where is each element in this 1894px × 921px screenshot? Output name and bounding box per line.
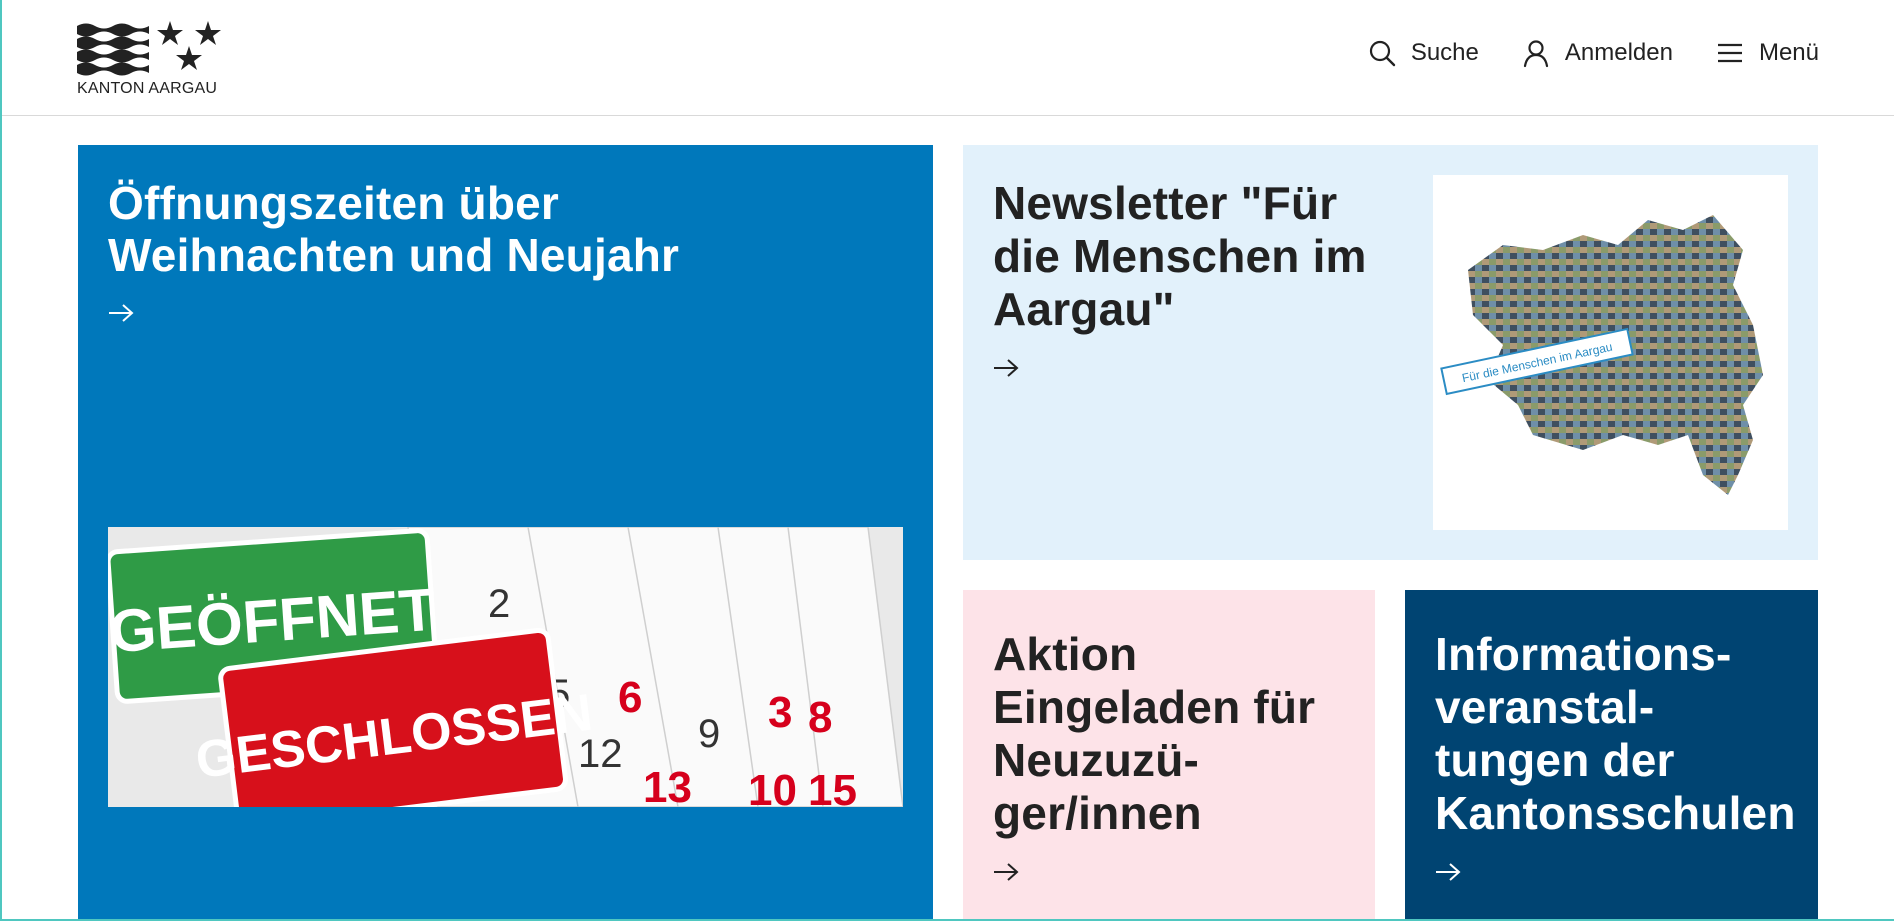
svg-text:2: 2: [488, 582, 510, 626]
tile-newcomers-event[interactable]: Aktion Eingeladen für Neuzuzü-ger/innen: [963, 590, 1375, 921]
svg-text:10: 10: [748, 766, 797, 807]
user-icon: [1523, 40, 1548, 68]
arrow-right-icon: [109, 304, 134, 322]
svg-text:13: 13: [643, 763, 692, 807]
calendar-illustration: 245 129 638 131015 GEÖFFNET GESCHLOSSEN: [108, 527, 903, 807]
search-icon: [1369, 40, 1396, 67]
svg-text:8: 8: [808, 693, 832, 742]
arrow-right-icon: [994, 359, 1019, 377]
tile-title: Informations-veranstal-tungen der Kanton…: [1435, 628, 1796, 839]
site-header: KANTON AARGAU Suche Anmelden Menü: [0, 0, 1894, 116]
search-label: Suche: [1410, 39, 1479, 66]
tile-opening-hours[interactable]: Öffnungszeiten über Weihnachten und Neuj…: [78, 145, 933, 921]
map-collage: Für die Menschen im Aargau: [1440, 215, 1763, 495]
aargau-map-collage-image: Für die Menschen im Aargau: [1433, 175, 1788, 530]
tile-title: Newsletter "Für die Menschen im Aargau": [993, 177, 1367, 335]
search-button[interactable]: Suche: [1367, 38, 1479, 68]
svg-text:9: 9: [698, 712, 720, 756]
tile-newsletter[interactable]: Newsletter "Für die Menschen im Aargau" …: [963, 145, 1818, 560]
hamburger-menu-icon: [1717, 43, 1742, 63]
arrow-right-icon: [994, 863, 1019, 881]
svg-text:3: 3: [768, 688, 792, 737]
svg-text:15: 15: [808, 766, 857, 807]
tile-school-info-events[interactable]: Informations-veranstal-tungen der Kanton…: [1405, 590, 1818, 921]
logo-text: KANTON AARGAU: [77, 80, 218, 97]
menu-label: Menü: [1758, 39, 1819, 66]
header-nav: Suche Anmelden Menü: [1325, 38, 1819, 68]
login-label: Anmelden: [1564, 39, 1673, 66]
arrow-right-icon: [1436, 863, 1461, 881]
open-closed-calendar-image: 245 129 638 131015 GEÖFFNET GESCHLOSSEN: [108, 527, 903, 807]
tile-title: Öffnungszeiten über Weihnachten und Neuj…: [108, 177, 680, 281]
tile-title: Aktion Eingeladen für Neuzuzü-ger/innen: [993, 628, 1316, 839]
window-frame-left: [0, 0, 2, 921]
menu-button[interactable]: Menü: [1715, 38, 1819, 68]
kanton-aargau-logo[interactable]: KANTON AARGAU: [77, 20, 227, 100]
svg-text:6: 6: [618, 673, 642, 722]
waves-stars-logo-icon: [77, 21, 221, 76]
login-button[interactable]: Anmelden: [1521, 38, 1673, 68]
